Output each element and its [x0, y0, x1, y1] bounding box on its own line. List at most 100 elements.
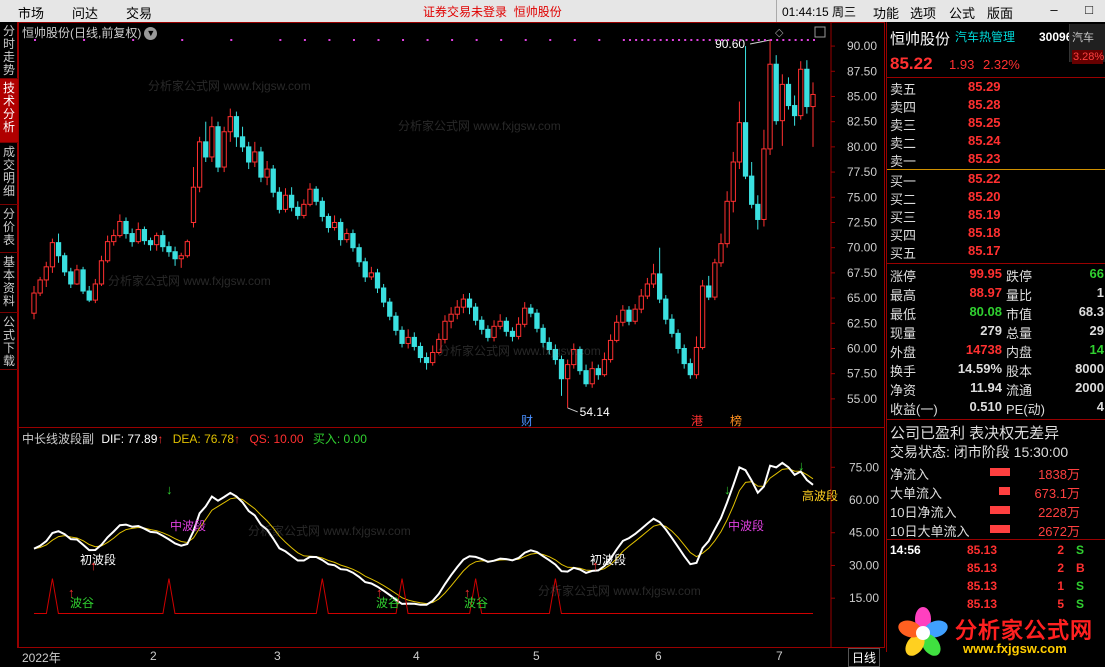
- signal-dot: [776, 39, 779, 41]
- chart-area[interactable]: 90.00 87.50 85.00 82.50 80.00 77.50 75.00 72.50…: [18, 22, 885, 652]
- stat-item: 总量 29: [1006, 323, 1104, 342]
- candle-down: [595, 368, 601, 376]
- stat-key: 跌停: [1006, 269, 1033, 284]
- menu-layout[interactable]: 版面: [987, 3, 1013, 22]
- login-notice[interactable]: 证券交易未登录 恒帅股份: [423, 3, 562, 20]
- price-change: 1.93: [949, 57, 975, 72]
- stat-value: 279: [980, 323, 1002, 338]
- divider: [887, 419, 1105, 420]
- top-menu-bar: 市场 问达 交易 证券交易未登录 恒帅股份 01:44:15 周三 功能 选项 …: [0, 0, 1105, 22]
- stat-value: 99.95: [969, 266, 1002, 281]
- period-selector[interactable]: 日线: [848, 648, 881, 667]
- tick-side: S: [1076, 579, 1085, 593]
- signal-dot: [739, 39, 742, 41]
- candle-up: [454, 306, 460, 315]
- tab-trades[interactable]: 成交明细: [0, 143, 18, 205]
- stat-key: 股本: [1006, 364, 1033, 379]
- stock-name: 恒帅股份: [890, 31, 951, 48]
- event-marker: 榜: [730, 413, 742, 428]
- y-tick-label: 90.00: [847, 39, 877, 53]
- flow-value: 1838万: [1038, 467, 1080, 482]
- flow-value: 2672万: [1038, 524, 1080, 539]
- signal-dot: [328, 39, 331, 41]
- minimize-button[interactable]: –: [1045, 1, 1063, 19]
- signal-dot: [598, 39, 601, 41]
- candle-down: [417, 345, 424, 359]
- menu-formula[interactable]: 公式: [949, 3, 975, 22]
- menu-options[interactable]: 选项: [910, 3, 936, 22]
- candle-down: [393, 315, 399, 331]
- candle-up: [282, 194, 289, 210]
- menu-function[interactable]: 功能: [873, 3, 899, 22]
- candle-up: [724, 200, 730, 245]
- flow-label: 净流入: [890, 467, 930, 482]
- sector-name[interactable]: 汽车热管理: [955, 28, 1015, 45]
- stat-item: 净资 11.94: [890, 380, 1002, 399]
- order-level: 买三: [890, 210, 917, 225]
- candle-down: [129, 233, 135, 243]
- order-row[interactable]: 卖二 85.24: [890, 133, 1104, 151]
- chevron-down-icon[interactable]: ▼: [144, 27, 158, 41]
- tab-formula-download[interactable]: 公式下载: [0, 313, 18, 370]
- candle-up: [209, 126, 215, 158]
- candle-up: [761, 148, 767, 220]
- indicator-name[interactable]: 中长线波段副: [22, 432, 94, 446]
- candle-up: [638, 295, 644, 310]
- candle-up: [779, 83, 785, 122]
- stat-item: 股本 8000: [1006, 361, 1104, 380]
- candle-down: [141, 229, 148, 242]
- candle-up: [49, 242, 56, 268]
- stat-key: 换手: [890, 364, 917, 379]
- y-tick-label: 57.50: [847, 367, 877, 381]
- menu-market[interactable]: 市场: [18, 3, 44, 22]
- candle-up: [699, 285, 706, 348]
- tab-price-table[interactable]: 分价表: [0, 205, 18, 253]
- order-row[interactable]: 买五 85.17: [890, 243, 1104, 261]
- candle-up: [307, 188, 313, 205]
- logo-url: www.fxjgsw.com: [963, 641, 1067, 656]
- flow-bar: [990, 525, 1010, 533]
- signal-dot: [806, 39, 809, 41]
- order-price: 85.17: [968, 243, 1001, 258]
- signal-dot: [714, 39, 717, 41]
- candle-up: [601, 359, 608, 376]
- flow-value: 673.1万: [1034, 486, 1080, 501]
- candle-down: [55, 242, 62, 257]
- signal-dot: [727, 39, 730, 41]
- tab-intraday[interactable]: 分时走势: [0, 22, 18, 79]
- signal-dot: [573, 39, 576, 41]
- menu-trade[interactable]: 交易: [126, 3, 152, 22]
- signal-dot: [745, 39, 748, 41]
- signal-dot: [690, 39, 693, 41]
- stat-value: 11.94: [970, 380, 1002, 395]
- candle-down: [387, 301, 393, 317]
- order-row[interactable]: 买四 85.18: [890, 225, 1104, 243]
- candle-up: [614, 321, 620, 341]
- y-tick-label: 65.00: [847, 291, 877, 305]
- order-row[interactable]: 买二 85.20: [890, 189, 1104, 207]
- order-row[interactable]: 卖五 85.29: [890, 79, 1104, 97]
- candle-down: [423, 357, 430, 364]
- stat-item: 内盘 14: [1006, 342, 1104, 361]
- stat-key: 最低: [890, 307, 917, 322]
- candle-up: [442, 320, 448, 340]
- order-row[interactable]: 买一 85.22: [890, 171, 1104, 189]
- flower-logo-icon: [898, 607, 948, 656]
- ind-y-label: 75.00: [849, 460, 879, 474]
- tab-technical[interactable]: 技术分析: [0, 79, 18, 143]
- maximize-button[interactable]: □: [1080, 1, 1098, 19]
- order-row[interactable]: 卖一 85.23: [890, 151, 1104, 169]
- order-row[interactable]: 买三 85.19: [890, 207, 1104, 225]
- order-price: 85.19: [968, 207, 1001, 222]
- menu-wenda[interactable]: 问达: [72, 3, 98, 22]
- candle-down: [288, 194, 295, 208]
- signal-dot: [702, 39, 705, 41]
- order-row[interactable]: 卖三 85.25: [890, 115, 1104, 133]
- chart-title: 恒帅股份(日线,前复权): [22, 26, 142, 40]
- y-tick-label: 82.50: [847, 115, 877, 129]
- tab-fundamentals[interactable]: 基本资料: [0, 253, 18, 313]
- order-row[interactable]: 卖四 85.28: [890, 97, 1104, 115]
- signal-dot: [720, 39, 723, 41]
- sector-box[interactable]: 汽车 3.28%: [1069, 24, 1105, 64]
- candle-up: [693, 346, 700, 376]
